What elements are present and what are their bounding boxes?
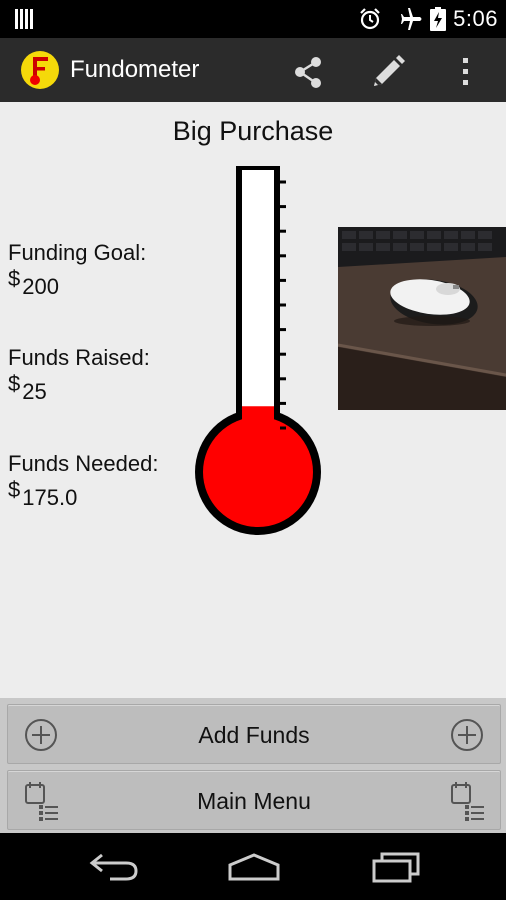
currency-symbol: $: [8, 266, 21, 291]
funds-raised-value: $25: [8, 371, 47, 405]
fund-thermometer: [195, 166, 321, 535]
funding-goal-label: Funding Goal:: [8, 240, 147, 265]
action-bar: Fundometer: [0, 38, 506, 102]
add-circle-icon: [451, 719, 483, 751]
currency-symbol: $: [8, 477, 21, 502]
battery-charging-icon: [430, 7, 446, 31]
edit-pencil-icon[interactable]: [368, 52, 408, 92]
alarm-icon: [360, 8, 380, 30]
status-bar: 5:06: [0, 0, 506, 38]
app-title: Fundometer: [70, 56, 200, 83]
menu-list-icon: [451, 782, 484, 821]
thermometer-mercury: [242, 406, 274, 444]
funds-needed-amount: 175.0: [22, 485, 78, 510]
funds-needed-label: Funds Needed:: [8, 451, 159, 476]
funding-goal-amount: 200: [22, 274, 59, 299]
purchase-photo: [338, 227, 506, 410]
funds-raised-label: Funds Raised:: [8, 345, 150, 370]
funds-raised-amount: 25: [22, 379, 47, 404]
currency-symbol: $: [8, 371, 21, 396]
funding-goal-value: $200: [8, 266, 59, 300]
overflow-menu-icon[interactable]: [446, 52, 486, 92]
clock-time: 5:06: [453, 6, 498, 31]
home-icon[interactable]: [226, 851, 282, 883]
add-funds-button[interactable]: Add Funds: [7, 704, 501, 764]
page-title: Big Purchase: [172, 116, 334, 146]
back-icon[interactable]: [88, 851, 140, 883]
content-area: Big Purchase Funding Goal: $200 Funds Ra…: [0, 102, 506, 698]
funds-needed-value: $175.0: [8, 477, 78, 511]
add-funds-label: Add Funds: [198, 722, 310, 748]
thermometer-tube: [242, 170, 274, 440]
airplane-mode-icon: [401, 8, 422, 30]
navigation-bar: [0, 833, 506, 900]
thermometer-ticks: [280, 180, 286, 430]
recent-apps-icon[interactable]: [370, 851, 422, 883]
bottom-button-panel: Add Funds Main Menu: [0, 698, 506, 833]
signal-bars-icon: [15, 9, 33, 29]
main-menu-label: Main Menu: [197, 788, 311, 814]
fundometer-logo-icon: [21, 51, 59, 89]
share-icon[interactable]: [288, 52, 328, 92]
main-menu-button[interactable]: Main Menu: [7, 770, 501, 830]
